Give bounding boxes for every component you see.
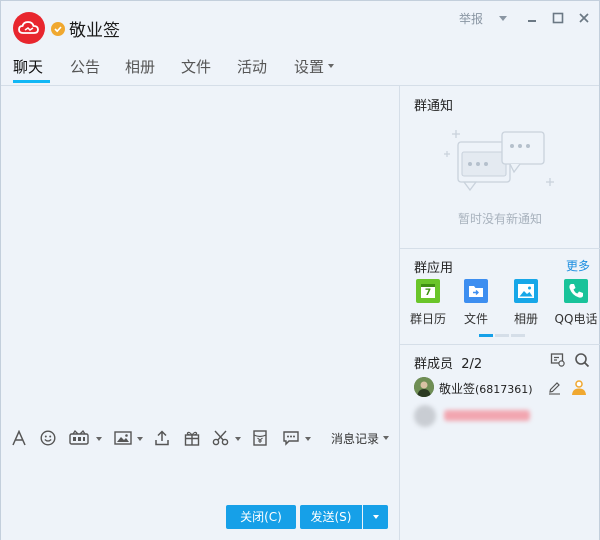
red-packet-icon[interactable] bbox=[252, 430, 268, 446]
send-button[interactable]: 发送(S) bbox=[300, 505, 362, 529]
upload-file-icon[interactable] bbox=[154, 430, 170, 446]
active-tab-indicator bbox=[13, 80, 50, 83]
chevron-down-icon bbox=[372, 515, 379, 519]
section-divider bbox=[400, 248, 600, 249]
calendar-icon: 7 bbox=[416, 279, 440, 303]
input-toolbar: 消息记录 bbox=[1, 421, 399, 455]
member-row[interactable] bbox=[414, 405, 594, 427]
minimize-icon[interactable] bbox=[525, 11, 539, 25]
avatar bbox=[414, 377, 434, 397]
members-title: 群成员 2/2 bbox=[414, 357, 483, 372]
apps-more-link[interactable]: 更多 bbox=[566, 257, 590, 274]
tab-files[interactable]: 文件 bbox=[181, 56, 211, 77]
empty-notice-illustration-icon bbox=[440, 126, 560, 199]
chevron-down-icon bbox=[235, 437, 241, 441]
gift-icon[interactable] bbox=[184, 430, 200, 446]
app-label: QQ电话 bbox=[554, 312, 598, 326]
chevron-down-icon bbox=[383, 436, 390, 440]
send-options-button[interactable] bbox=[363, 505, 388, 529]
apps-title: 群应用 bbox=[414, 261, 454, 276]
phone-icon bbox=[564, 279, 588, 303]
app-label: 群日历 bbox=[409, 312, 446, 326]
group-side-panel: 群通知 暂时没有新通知 群应用 更多 7 群日历 文件 相册 QQ电话 群成员 … bbox=[399, 86, 600, 540]
section-divider bbox=[400, 344, 600, 345]
photo-icon bbox=[514, 279, 538, 303]
notice-title: 群通知 bbox=[414, 99, 454, 114]
pager-dot[interactable] bbox=[511, 334, 525, 337]
gif-sticker-icon[interactable] bbox=[69, 430, 103, 446]
font-icon[interactable] bbox=[11, 430, 27, 446]
report-link[interactable]: 举报 bbox=[459, 10, 483, 27]
member-name-redacted bbox=[444, 410, 530, 421]
member-row[interactable]: 敬业签(6817361) bbox=[414, 377, 594, 399]
app-label: 文件 bbox=[463, 312, 488, 326]
image-icon[interactable] bbox=[114, 430, 144, 446]
verified-badge-icon bbox=[51, 22, 65, 36]
edit-icon[interactable] bbox=[547, 380, 562, 398]
tab-announcements[interactable]: 公告 bbox=[70, 56, 100, 77]
close-button[interactable]: 关闭(C) bbox=[226, 505, 296, 529]
pager-dot-active[interactable] bbox=[479, 334, 493, 337]
group-name: 敬业签 bbox=[69, 21, 120, 41]
member-count: 2/2 bbox=[461, 357, 483, 372]
tab-settings[interactable]: 设置 bbox=[294, 56, 335, 77]
app-qq-phone[interactable]: QQ电话 bbox=[552, 279, 600, 327]
screenshot-scissors-icon[interactable] bbox=[212, 430, 242, 446]
app-calendar[interactable]: 7 群日历 bbox=[404, 279, 452, 327]
app-files[interactable]: 文件 bbox=[452, 279, 500, 327]
empty-notice-text: 暂时没有新通知 bbox=[457, 212, 542, 226]
dropdown-menu-icon[interactable] bbox=[496, 11, 510, 25]
close-window-icon[interactable] bbox=[577, 11, 591, 25]
more-tools-icon[interactable] bbox=[282, 430, 312, 446]
message-history-button[interactable]: 消息记录 bbox=[331, 430, 390, 447]
emoji-icon[interactable] bbox=[40, 430, 56, 446]
calendar-day: 7 bbox=[424, 288, 432, 298]
window-header: 敬业签 举报 聊天 公告 相册 文件 活动 设置 bbox=[1, 1, 599, 86]
chevron-down-icon bbox=[328, 64, 335, 68]
avatar bbox=[414, 405, 436, 427]
group-avatar[interactable] bbox=[13, 12, 45, 44]
pager-dot[interactable] bbox=[495, 334, 509, 337]
tab-chat[interactable]: 聊天 bbox=[13, 56, 43, 77]
message-area[interactable] bbox=[1, 86, 399, 421]
owner-icon bbox=[570, 378, 588, 399]
chevron-down-icon bbox=[137, 437, 143, 441]
member-name: 敬业签(6817361) bbox=[439, 382, 533, 396]
group-chat-window: 敬业签 举报 聊天 公告 相册 文件 活动 设置 消息记录 关闭(C) 发送(S… bbox=[0, 0, 600, 540]
chevron-down-icon bbox=[96, 437, 102, 441]
folder-icon bbox=[464, 279, 488, 303]
tab-activities[interactable]: 活动 bbox=[237, 56, 267, 77]
tab-bar: 聊天 公告 相册 文件 活动 设置 bbox=[1, 53, 399, 86]
chevron-down-icon bbox=[305, 437, 311, 441]
tab-album[interactable]: 相册 bbox=[125, 56, 155, 77]
app-album[interactable]: 相册 bbox=[502, 279, 550, 327]
maximize-icon[interactable] bbox=[551, 11, 565, 25]
message-input[interactable]: 关闭(C) 发送(S) bbox=[1, 455, 399, 540]
app-label: 相册 bbox=[513, 312, 538, 326]
member-manage-icon[interactable] bbox=[550, 352, 566, 371]
search-icon[interactable] bbox=[574, 352, 590, 371]
cloud-icon bbox=[18, 21, 39, 34]
